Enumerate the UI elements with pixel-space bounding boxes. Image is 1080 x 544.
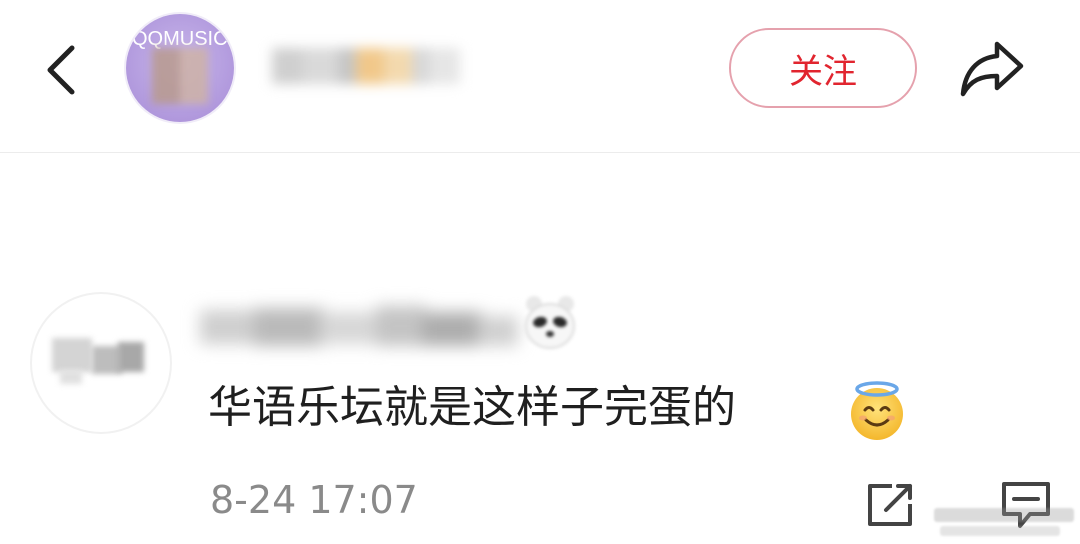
open-external-icon[interactable] xyxy=(866,482,916,528)
user-avatar[interactable]: QQMUSIC xyxy=(126,14,234,122)
smiling-face-with-halo-icon xyxy=(851,381,903,440)
follow-button[interactable]: 关注 xyxy=(729,28,917,108)
chevron-left-icon xyxy=(47,45,75,95)
commenter-avatar[interactable] xyxy=(32,294,170,432)
panda-face-icon xyxy=(525,296,575,349)
watermark-icon xyxy=(934,508,1074,536)
username-redacted xyxy=(272,38,462,94)
watermark xyxy=(930,500,1080,540)
avatar-blurred-face xyxy=(152,48,208,104)
back-button[interactable] xyxy=(38,38,86,102)
share-arrow-icon xyxy=(960,41,1024,97)
comment-timestamp: 8-24 17:07 xyxy=(210,478,418,522)
top-bar: QQMUSIC 关注 xyxy=(0,0,1080,153)
commenter-name-redacted xyxy=(200,292,520,362)
share-button[interactable] xyxy=(952,34,1032,104)
comment-text: 华语乐坛就是这样子完蛋的 xyxy=(208,382,736,433)
